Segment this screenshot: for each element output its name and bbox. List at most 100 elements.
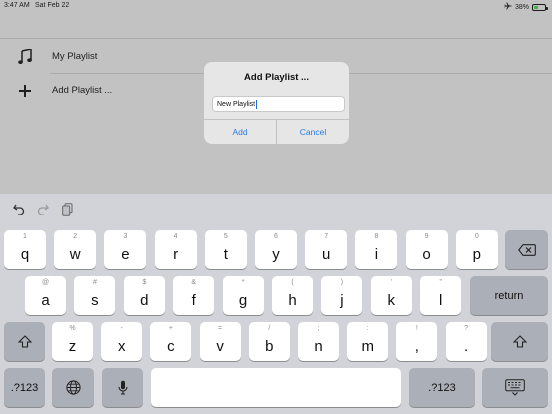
airplane-icon — [504, 2, 512, 12]
return-key[interactable]: return — [470, 276, 548, 315]
key-primary-label: m — [361, 338, 374, 355]
key-u[interactable]: 7u — [305, 230, 348, 269]
key-d[interactable]: $ d — [123, 276, 165, 315]
key-secondary-label: 1 — [23, 233, 27, 240]
key-q[interactable]: 1q — [4, 230, 46, 269]
key-primary-label: u — [322, 246, 331, 263]
status-time: 3:47 AM — [4, 2, 30, 9]
key-secondary-label: " — [439, 279, 442, 286]
battery-percent: 38% — [514, 3, 529, 11]
music-note-icon — [14, 46, 36, 68]
key-secondary-label: 6 — [274, 233, 278, 240]
on-screen-keyboard: 1q2w3e4r5t6y7u8i9o0p @ a # s $ d & f * g(h) j’ k " l … — [0, 194, 552, 414]
globe-key[interactable] — [52, 368, 94, 407]
list-item-label: My Playlist — [52, 51, 98, 62]
list-top-separator — [0, 38, 552, 39]
key-l[interactable]: " l — [420, 276, 462, 315]
list-item-label: Add Playlist ... — [52, 85, 113, 96]
key-primary-label: h — [288, 292, 297, 309]
key-h[interactable]: (h — [272, 276, 313, 315]
key-period[interactable]: ?. — [445, 322, 487, 361]
key-primary-label: v — [216, 338, 224, 355]
cancel-button[interactable]: Cancel — [276, 120, 349, 144]
key-m[interactable]: :m — [347, 322, 389, 361]
shift-key-right[interactable] — [491, 322, 548, 361]
key-secondary-label: 0 — [474, 233, 479, 240]
key-secondary-label: 7 — [324, 233, 329, 240]
delete-backward-icon — [505, 230, 548, 269]
key-secondary-label: & — [191, 279, 197, 286]
key-s[interactable]: # s — [74, 276, 116, 315]
key-primary-label: f — [191, 292, 196, 309]
key-primary-label: k — [387, 292, 396, 309]
key-primary-label: g — [238, 292, 248, 309]
key-comma[interactable]: !, — [396, 322, 438, 361]
numbers-key-right[interactable]: .?123 — [409, 368, 475, 407]
key-primary-label: w — [69, 246, 81, 263]
key-primary-label: r — [173, 246, 179, 263]
return-key-label: return — [494, 289, 524, 302]
key-primary-label: . — [464, 338, 469, 355]
numbers-key-label: .?123 — [10, 381, 39, 394]
key-primary-label: t — [223, 246, 228, 263]
key-primary-label: z — [68, 338, 77, 355]
key-n[interactable]: ; n — [298, 322, 339, 361]
add-playlist-dialog: Add Playlist ... New Playlist Add Cancel — [204, 62, 349, 144]
key-secondary-label: 9 — [424, 233, 429, 240]
numbers-key-label: .?123 — [428, 381, 456, 394]
key-secondary-label: % — [69, 325, 76, 332]
shift-key-left[interactable] — [4, 322, 45, 361]
key-z[interactable]: % z — [52, 322, 93, 361]
key-secondary-label: / — [268, 325, 271, 332]
key-o[interactable]: 9o — [405, 230, 448, 269]
key-primary-label: i — [374, 246, 379, 263]
key-secondary-label: + — [168, 325, 173, 332]
key-primary-label: s — [91, 292, 99, 309]
globe-icon — [52, 368, 94, 407]
undo-icon[interactable] — [12, 202, 26, 216]
key-secondary-label: $ — [142, 279, 147, 286]
key-r[interactable]: 4r — [154, 230, 197, 269]
key-primary-label: o — [422, 246, 431, 263]
key-primary-label: y — [272, 246, 280, 263]
dictation-key[interactable] — [102, 368, 143, 407]
key-b[interactable]: / b — [248, 322, 290, 361]
status-right: 38% — [504, 2, 548, 12]
space-bar[interactable] — [151, 368, 401, 407]
add-button[interactable]: Add — [204, 120, 276, 144]
delete-key[interactable] — [505, 230, 548, 269]
status-date: Sat Feb 22 — [35, 2, 70, 9]
key-secondary-label: ! — [415, 325, 418, 332]
key-f[interactable]: & f — [173, 276, 215, 315]
key-secondary-label: 2 — [73, 233, 78, 240]
key-k[interactable]: ’ k — [370, 276, 412, 315]
dismiss-keyboard-key[interactable] — [482, 368, 548, 407]
dialog-title: Add Playlist ... — [244, 72, 309, 83]
key-x[interactable]: -x — [101, 322, 143, 361]
redo-icon[interactable] — [36, 202, 50, 216]
key-secondary-label: ’ — [390, 279, 393, 286]
key-a[interactable]: @ a — [25, 276, 66, 315]
key-w[interactable]: 2w — [54, 230, 97, 269]
key-secondary-label: ( — [291, 279, 294, 286]
key-p[interactable]: 0p — [455, 230, 498, 269]
key-i[interactable]: 8i — [355, 230, 398, 269]
playlist-name-input[interactable]: New Playlist — [212, 96, 345, 112]
key-primary-label: c — [167, 338, 175, 355]
key-y[interactable]: 6y — [255, 230, 297, 269]
key-v[interactable]: = v — [199, 322, 241, 361]
clipboard-icon[interactable] — [60, 202, 74, 216]
key-primary-label: j — [340, 292, 344, 309]
key-c[interactable]: + c — [150, 322, 192, 361]
key-j[interactable]: ) j — [321, 276, 363, 315]
key-primary-label: p — [472, 246, 481, 263]
key-t[interactable]: 5t — [204, 230, 247, 269]
shift-icon — [491, 322, 548, 361]
key-secondary-label: ; — [317, 325, 320, 332]
key-g[interactable]: * g — [222, 276, 264, 315]
plus-icon — [14, 80, 36, 102]
battery-fill — [534, 5, 538, 9]
numbers-key-left[interactable]: .?123 — [4, 368, 45, 407]
key-secondary-label: 5 — [223, 233, 228, 240]
key-e[interactable]: 3e — [104, 230, 147, 269]
